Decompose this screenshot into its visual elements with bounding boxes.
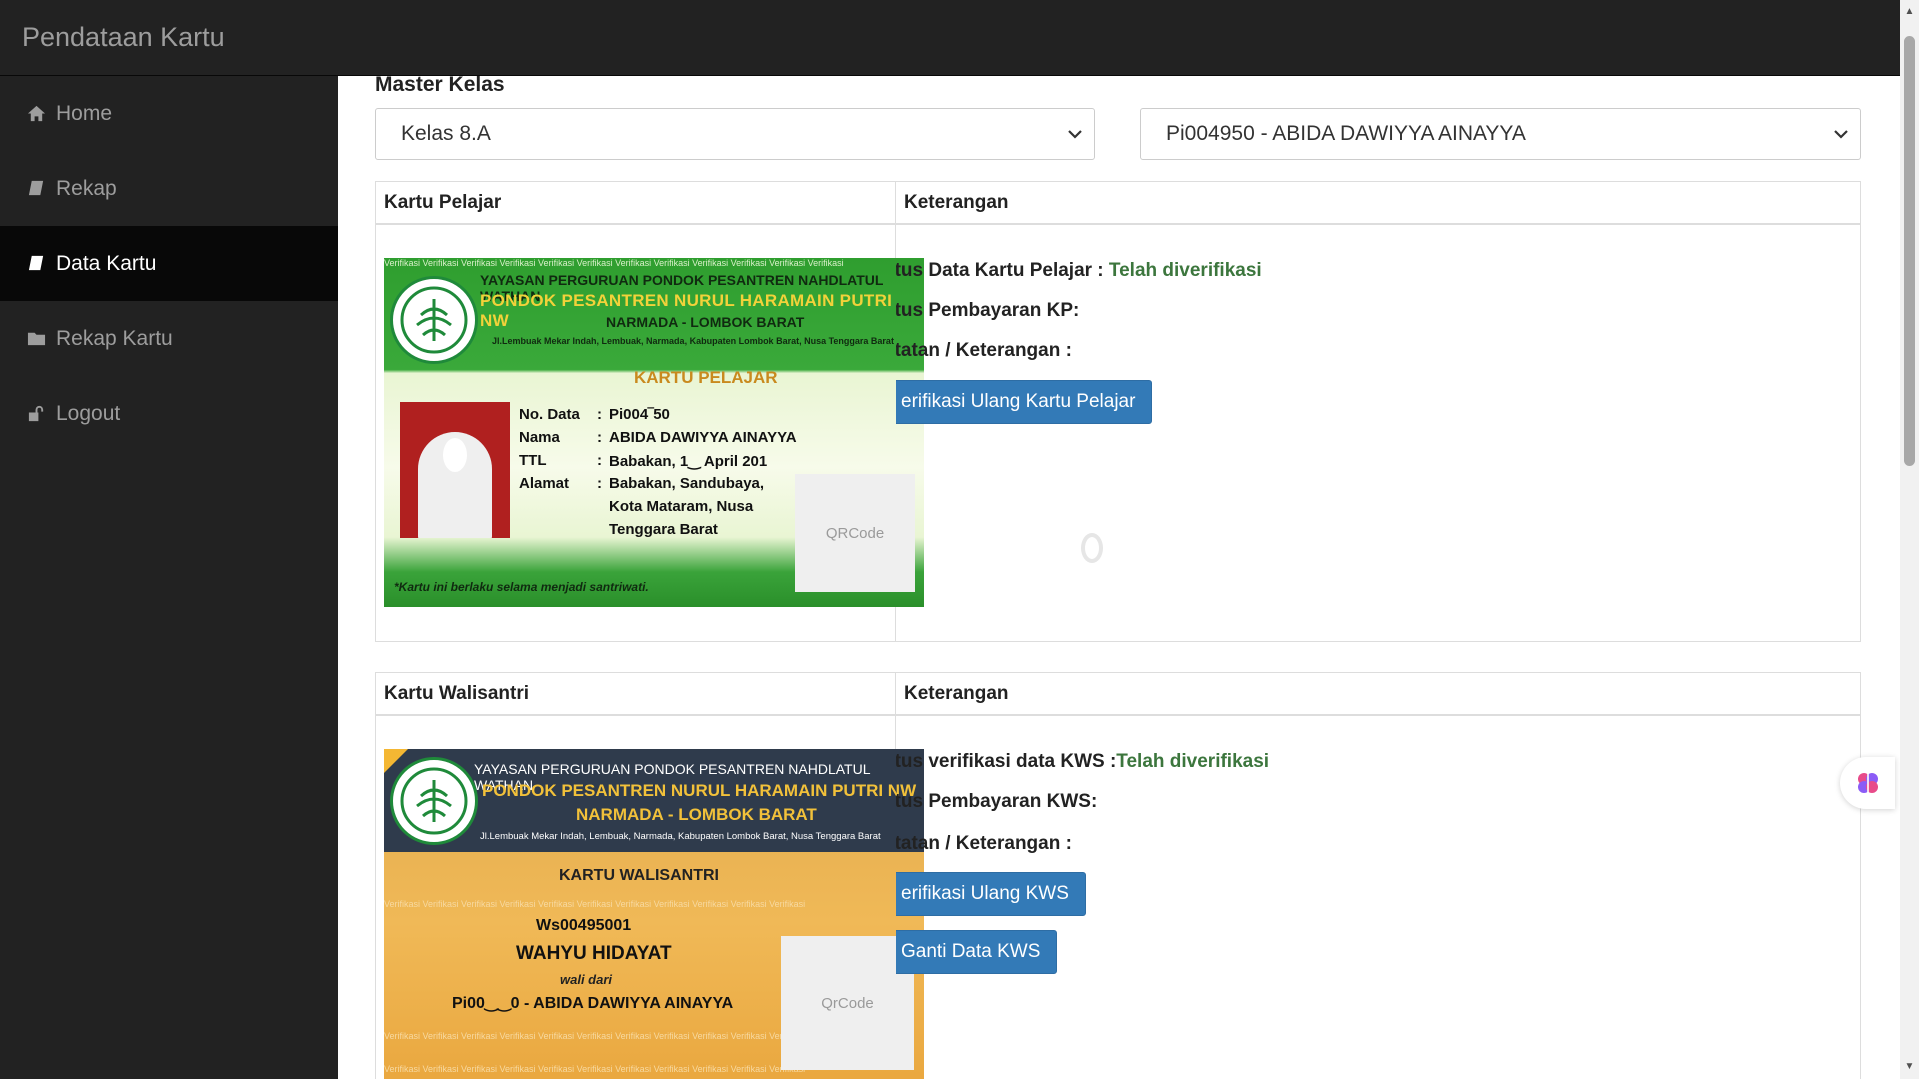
santri-ref: Pi00‿‿0 - ABIDA DAWIYYA AINAYYA [452, 995, 734, 1012]
school-logo-icon [390, 276, 478, 364]
sidebar-item-logout[interactable]: Logout [0, 376, 338, 451]
watermark-text: Verifikasi Verifikasi Verifikasi Verifik… [384, 258, 844, 268]
assistant-brain-button[interactable] [1840, 757, 1895, 809]
wali-dari-label: wali dari [560, 972, 613, 987]
verify-kartu-pelajar-button[interactable]: erifikasi Ulang Kartu Pelajar [896, 380, 1153, 424]
chevron-down-icon [1834, 130, 1848, 139]
sidebar-item-label: Logout [56, 401, 121, 425]
kartu-pelajar-image: Verifikasi Verifikasi Verifikasi Verifik… [384, 258, 924, 607]
school-logo-icon [390, 757, 478, 845]
scroll-up-icon[interactable]: ▲ [1904, 6, 1915, 18]
walisantri-name: WAHYU HIDAYAT [516, 943, 672, 964]
card-header-alamat: Jl.Lembuak Mekar Indah, Lembuak, Narmada… [480, 831, 881, 842]
sidebar-item-label: Rekap Kartu [56, 326, 173, 350]
column-header-kartu-walisantri: Kartu Walisantri [376, 673, 896, 714]
card-details: No. Data: Pi004‾50 Nama: ABIDA DAWIYYA AIN… [519, 406, 797, 538]
column-header-keterangan: Keterangan [904, 192, 1009, 213]
card-header-lokasi: NARMADA - LOMBOK BARAT [606, 314, 805, 330]
kws-status-value: Telah diverifikasi [1116, 751, 1270, 772]
kartu-pelajar-table: Kartu Pelajar Keterangan Verifikasi Veri… [375, 181, 1861, 642]
kelas-select[interactable]: Kelas 8.A [375, 108, 1095, 160]
chevron-down-icon [1068, 130, 1082, 139]
kws-note-label: atatan / Keterangan : [896, 833, 1072, 854]
sidebar-item-rekap-kartu[interactable]: Rekap Kartu [0, 301, 338, 376]
top-navbar: Pendataan Kartu [0, 0, 1900, 76]
card-title: KARTU PELAJAR [634, 368, 778, 387]
santri-select[interactable]: Pi004950 - ABIDA DAWIYYA AINAYYA [1140, 108, 1861, 160]
page-scrollbar[interactable]: ▲ ▼ [1900, 0, 1919, 1079]
kws-payment-label: atus Pembayaran KWS: [896, 791, 1098, 812]
kartu-walisantri-image: YAYASAN PERGURUAN PONDOK PESANTREN NAHDL… [384, 749, 924, 1079]
column-header-keterangan: Keterangan [904, 683, 1009, 704]
card-title: KARTU WALISANTRI [559, 867, 719, 884]
watermark-text: Verifikasi Verifikasi Verifikasi Verifik… [384, 899, 806, 909]
folder-icon [26, 329, 46, 349]
kp-status-line: atus Data Kartu Pelajar : Telah diverifi… [896, 260, 1262, 281]
brand-title[interactable]: Pendataan Kartu [22, 22, 225, 53]
sidebar: Home Rekap Data Kartu Rekap Kartu Logout [0, 76, 338, 1079]
column-header-kartu-pelajar: Kartu Pelajar [376, 182, 896, 223]
unlock-icon [26, 404, 46, 424]
kp-note-label: atatan / Keterangan : [896, 340, 1072, 361]
kartu-walisantri-table: Kartu Walisantri Keterangan YAYASAN PERG… [375, 672, 1861, 1079]
card-header-alamat: Jl.Lembuak Mekar Indah, Lembuak, Narmada… [492, 336, 894, 346]
change-kws-data-button[interactable]: Ganti Data KWS [896, 930, 1058, 974]
brain-icon [1857, 773, 1878, 793]
qr-code-placeholder: QrCode [781, 936, 914, 1070]
walisantri-id: Ws00495001 [536, 917, 632, 934]
sidebar-item-rekap[interactable]: Rekap [0, 151, 338, 226]
sidebar-item-home[interactable]: Home [0, 76, 338, 151]
sidebar-item-label: Home [56, 101, 113, 125]
sidebar-item-data-kartu[interactable]: Data Kartu [0, 226, 338, 301]
sidebar-item-label: Data Kartu [56, 251, 157, 275]
student-photo [400, 402, 510, 538]
main-content: Master Kelas Kelas 8.A Pi004950 - ABIDA … [338, 76, 1900, 1079]
scroll-down-icon[interactable]: ▼ [1904, 1061, 1915, 1073]
watermark-text: Verifikasi Verifikasi Verifikasi Verifik… [384, 1064, 806, 1074]
kp-payment-label: atus Pembayaran KP: [896, 300, 1080, 321]
card-note: *Kartu ini berlaku selama menjadi santri… [394, 580, 649, 594]
card-header-lokasi: NARMADA - LOMBOK BARAT [576, 805, 817, 824]
verify-kws-button[interactable]: erifikasi Ulang KWS [896, 872, 1086, 916]
home-icon [26, 104, 46, 124]
book-icon [26, 179, 46, 199]
scrollbar-thumb[interactable] [1904, 36, 1915, 466]
card-header-pondok: PONDOK PESANTREN NURUL HARAMAIN PUTRI NW [482, 781, 917, 800]
master-kelas-label: Master Kelas [375, 76, 505, 96]
loading-spinner-icon [1081, 533, 1103, 563]
kws-status-line: atus verifikasi data KWS :Telah diverifi… [896, 751, 1270, 772]
book-icon [26, 254, 46, 274]
watermark-text: Verifikasi Verifikasi Verifikasi Verifik… [384, 1031, 806, 1041]
kp-status-value: Telah diverifikasi [1108, 260, 1262, 281]
sidebar-item-label: Rekap [56, 176, 117, 200]
